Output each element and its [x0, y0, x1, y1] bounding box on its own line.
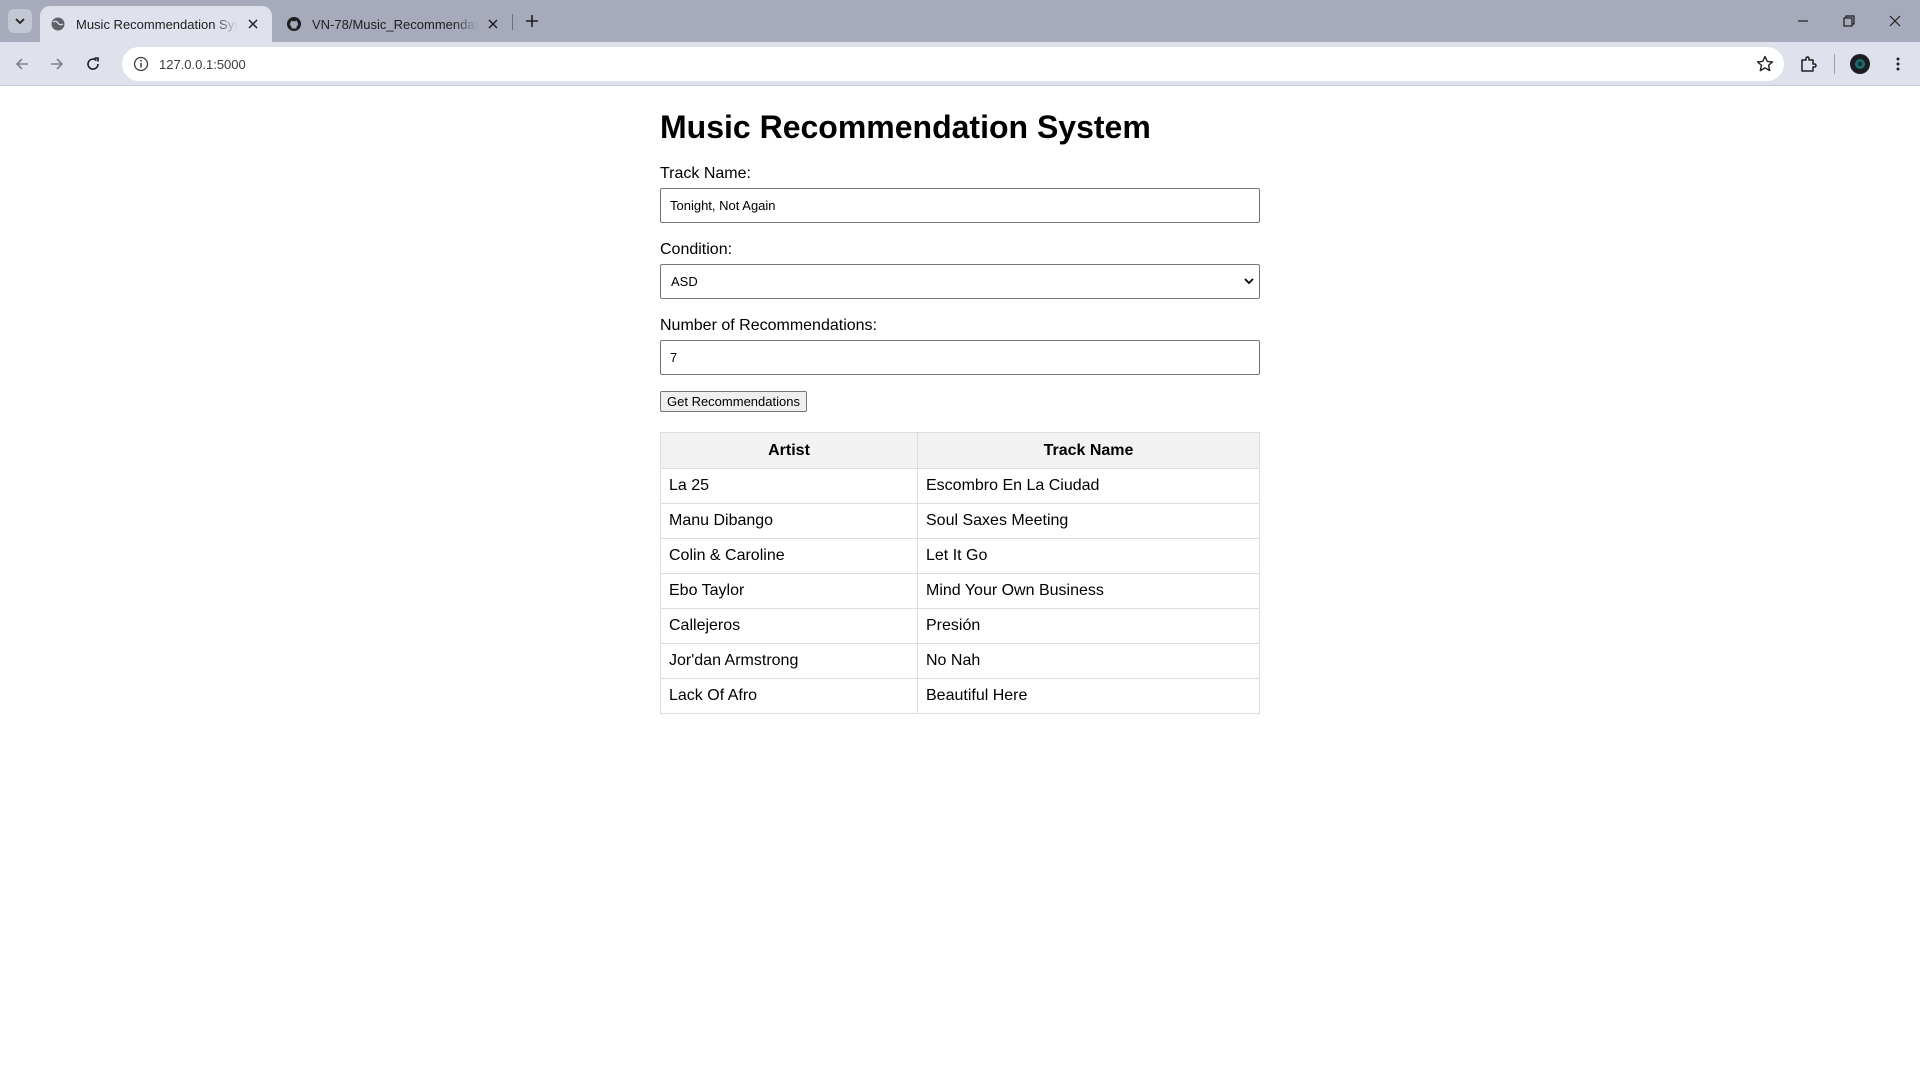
tab-music-recommendation[interactable]: Music Recommendation System [40, 6, 272, 42]
menu-button[interactable] [1884, 50, 1912, 78]
arrow-right-icon [51, 58, 64, 70]
artist-cell: Lack Of Afro [660, 678, 918, 714]
artist-cell: Colin & Caroline [660, 538, 918, 574]
track-cell: Presión [917, 608, 1260, 644]
track-cell: No Nah [917, 643, 1260, 679]
track-cell: Let It Go [917, 538, 1260, 574]
star-icon[interactable] [1756, 55, 1774, 73]
url-text: 127.0.0.1:5000 [159, 56, 246, 72]
close-icon[interactable] [484, 15, 502, 33]
artist-cell: Callejeros [660, 608, 918, 644]
github-icon [286, 16, 302, 32]
tab-title: VN-78/Music_Recommendation [312, 16, 478, 32]
window-close-button[interactable] [1872, 0, 1918, 42]
avatar [1850, 54, 1870, 74]
tab-strip: Music Recommendation System VN-78/Music_… [0, 0, 1920, 42]
back-button[interactable] [8, 50, 36, 78]
arrow-left-icon [15, 58, 28, 70]
tab-divider [512, 14, 513, 30]
table-row: Colin & Caroline Let It Go [660, 538, 1260, 574]
track-cell: Escombro En La Ciudad [917, 468, 1260, 504]
recommendation-count-label: Number of Recommendations: [660, 317, 877, 334]
table-row: Callejeros Presión [660, 608, 1260, 644]
artist-cell: La 25 [660, 468, 918, 504]
close-icon [1889, 15, 1901, 27]
reload-button[interactable] [79, 50, 107, 78]
tab-search-button[interactable] [8, 9, 32, 33]
reload-icon [87, 57, 99, 70]
extensions-button[interactable] [1794, 50, 1822, 78]
condition-select[interactable]: ASD [660, 264, 1260, 299]
table-header-row: Artist Track Name [660, 432, 1260, 469]
tab-title: Music Recommendation System [76, 16, 238, 32]
table-row: Lack Of Afro Beautiful Here [660, 678, 1260, 714]
chevron-down-icon [15, 18, 25, 25]
condition-label: Condition: [660, 241, 733, 258]
profile-button[interactable] [1846, 50, 1874, 78]
browser-toolbar: 127.0.0.1:5000 [0, 42, 1920, 86]
artist-cell: Ebo Taylor [660, 573, 918, 609]
close-icon[interactable] [244, 15, 262, 33]
table-row: Ebo Taylor Mind Your Own Business [660, 573, 1260, 609]
new-tab-button[interactable] [520, 9, 544, 33]
tab-github[interactable]: VN-78/Music_Recommendation [276, 6, 512, 42]
minimize-icon [1798, 20, 1808, 22]
track-name-input[interactable]: Tonight, Not Again [660, 188, 1260, 223]
column-header-track-name: Track Name [917, 432, 1260, 469]
track-cell: Beautiful Here [917, 678, 1260, 714]
address-bar[interactable]: 127.0.0.1:5000 [122, 47, 1784, 81]
forward-button[interactable] [43, 50, 71, 78]
recommendation-form: Music Recommendation System Track Name: … [660, 87, 1260, 714]
table-row: La 25 Escombro En La Ciudad [660, 468, 1260, 504]
column-header-artist: Artist [660, 432, 918, 469]
track-cell: Mind Your Own Business [917, 573, 1260, 609]
recommendation-count-input[interactable]: 7 [660, 340, 1260, 375]
toolbar-divider [1834, 54, 1835, 74]
table-row: Jor'dan Armstrong No Nah [660, 643, 1260, 679]
more-vertical-icon [1896, 57, 1900, 71]
minimize-button[interactable] [1780, 0, 1826, 42]
track-cell: Soul Saxes Meeting [917, 503, 1260, 539]
info-icon[interactable] [132, 55, 150, 73]
track-name-label: Track Name: [660, 165, 751, 182]
restore-icon [1843, 15, 1855, 27]
condition-selected-value: ASD [671, 274, 698, 289]
puzzle-icon [1801, 56, 1817, 72]
restore-button[interactable] [1826, 0, 1872, 42]
results-table: Artist Track Name La 25 Escombro En La C… [660, 432, 1260, 714]
artist-cell: Jor'dan Armstrong [660, 643, 918, 679]
table-row: Manu Dibango Soul Saxes Meeting [660, 503, 1260, 539]
artist-cell: Manu Dibango [660, 503, 918, 539]
page-content: Music Recommendation System Track Name: … [0, 87, 1920, 1078]
get-recommendations-button[interactable]: Get Recommendations [660, 391, 807, 412]
globe-icon [50, 16, 66, 32]
chevron-down-icon [1244, 278, 1254, 285]
page-title: Music Recommendation System [660, 109, 1151, 145]
plus-icon [526, 15, 538, 27]
